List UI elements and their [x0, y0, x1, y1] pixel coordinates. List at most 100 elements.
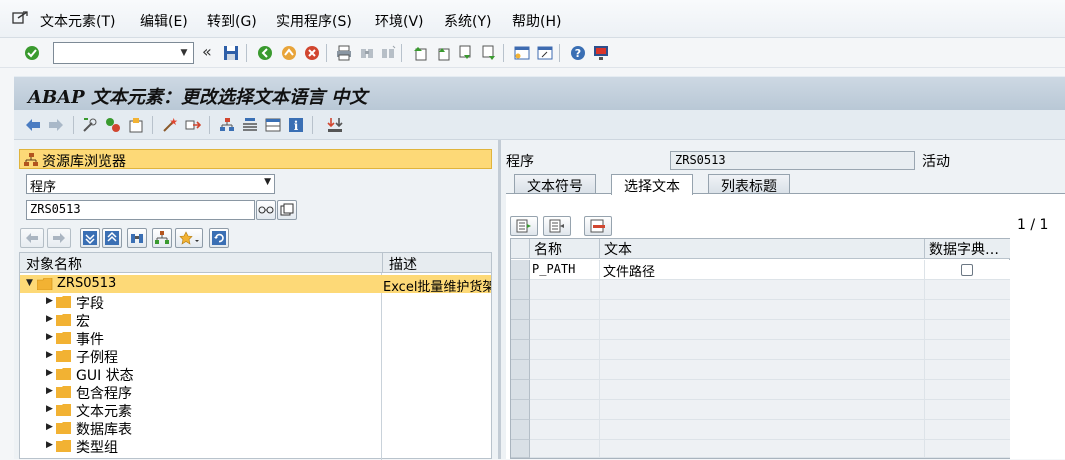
repository-browser-header[interactable]: 资源库浏览器 — [19, 149, 492, 170]
grid-corner[interactable] — [511, 239, 530, 259]
row-selector[interactable] — [511, 300, 530, 320]
sort-icon[interactable] — [326, 116, 344, 134]
tree-item-db-tables[interactable]: ▶ 数据库表 — [20, 419, 491, 438]
collapsed-arrow-icon[interactable]: ▶ — [46, 422, 53, 432]
row-selector[interactable] — [511, 260, 530, 280]
grid-header-ddic[interactable]: 数据字典… — [925, 239, 1010, 259]
tree-item-fields[interactable]: ▶ 字段 — [20, 293, 491, 312]
chevron-down-icon[interactable]: ▼ — [264, 177, 271, 187]
grid-header-text[interactable]: 文本 — [600, 239, 925, 259]
document-icon[interactable] — [543, 216, 571, 236]
tree-item-events[interactable]: ▶ 事件 — [20, 329, 491, 348]
collapsed-arrow-icon[interactable]: ▶ — [46, 404, 53, 414]
row-selector[interactable] — [511, 320, 530, 340]
collapsed-arrow-icon[interactable]: ▶ — [46, 350, 53, 360]
where-used-icon[interactable] — [184, 116, 202, 134]
grid-header-name[interactable]: 名称 — [530, 239, 600, 259]
exit-icon[interactable] — [280, 44, 298, 62]
tree-item-text-elements[interactable]: ▶ 文本元素 — [20, 401, 491, 420]
enter-checkmark-icon[interactable] — [23, 44, 41, 62]
row-selector[interactable] — [511, 360, 530, 380]
grid-cell-text[interactable]: 文件路径 — [600, 260, 925, 280]
collapsed-arrow-icon[interactable]: ▶ — [46, 368, 53, 378]
row-selector[interactable] — [511, 380, 530, 400]
print-icon[interactable] — [335, 44, 353, 62]
row-selector[interactable] — [511, 280, 530, 300]
object-name-field[interactable]: ZRS0513 — [26, 200, 255, 220]
tab-selection-texts[interactable]: 选择文本 — [611, 174, 693, 195]
info-icon[interactable]: i — [287, 116, 305, 134]
new-session-icon[interactable] — [513, 44, 531, 62]
magic-wand-icon[interactable] — [161, 116, 179, 134]
expand-down-icon[interactable] — [80, 228, 100, 248]
row-selector[interactable] — [511, 420, 530, 440]
forward-arrow-icon[interactable] — [47, 116, 65, 134]
menu-item-environment[interactable]: 环境(V) — [375, 11, 424, 31]
tree-column-description[interactable]: 描述 — [382, 253, 491, 273]
tree-back-icon[interactable] — [20, 228, 44, 248]
command-input[interactable] — [54, 43, 172, 63]
tab-list-headings[interactable]: 列表标题 — [708, 174, 790, 195]
menu-icon[interactable] — [12, 11, 28, 29]
shortcut-icon[interactable] — [536, 44, 554, 62]
collapsed-arrow-icon[interactable]: ▶ — [46, 296, 53, 306]
table-icon[interactable] — [264, 116, 282, 134]
first-page-icon[interactable] — [411, 44, 429, 62]
collapsed-arrow-icon[interactable]: ▶ — [46, 332, 53, 342]
row-selector[interactable] — [511, 340, 530, 360]
tree-row-root[interactable]: ▼ ZRS0513 Excel批量维护货架 — [20, 275, 491, 295]
display-change-icon[interactable] — [81, 116, 99, 134]
delete-row-icon[interactable] — [584, 216, 612, 236]
collapse-toolbar-icon[interactable]: « — [202, 42, 212, 61]
row-selector[interactable] — [511, 400, 530, 420]
object-type-dropdown[interactable]: 程序 ▼ — [26, 174, 275, 195]
expanded-arrow-icon[interactable]: ▼ — [26, 278, 33, 288]
command-field[interactable]: ▼ — [53, 42, 194, 64]
activate-icon[interactable] — [104, 116, 122, 134]
grid-cell-name: P_PATH — [530, 260, 600, 280]
display-glasses-icon[interactable] — [256, 200, 276, 220]
menu-item-utilities[interactable]: 实用程序(S) — [276, 11, 352, 31]
menu-item-goto[interactable]: 转到(G) — [207, 11, 257, 31]
collapsed-arrow-icon[interactable]: ▶ — [46, 440, 53, 450]
favorites-star-icon[interactable] — [175, 228, 203, 248]
tree-item-macros[interactable]: ▶ 宏 — [20, 311, 491, 330]
binoculars-icon[interactable] — [127, 228, 147, 248]
list-icon[interactable] — [241, 116, 259, 134]
find-next-icon[interactable] — [379, 44, 397, 62]
previous-page-icon[interactable] — [434, 44, 452, 62]
tree-forward-icon[interactable] — [47, 228, 71, 248]
find-icon[interactable] — [358, 44, 376, 62]
chevron-down-icon[interactable]: ▼ — [177, 46, 191, 60]
empty-cell — [925, 320, 1010, 340]
menu-item-system[interactable]: 系统(Y) — [444, 11, 491, 31]
other-object-icon[interactable] — [127, 116, 145, 134]
last-page-icon[interactable] — [480, 44, 498, 62]
save-icon[interactable] — [222, 44, 240, 62]
tree-item-type-groups[interactable]: ▶ 类型组 — [20, 437, 491, 456]
tree-column-object-name[interactable]: 对象名称 — [26, 254, 82, 274]
cancel-icon[interactable] — [303, 44, 321, 62]
ddic-reference-checkbox[interactable] — [961, 264, 973, 276]
menu-item-text-elements[interactable]: 文本元素(T) — [40, 11, 115, 31]
next-page-icon[interactable] — [457, 44, 475, 62]
customize-layout-icon[interactable] — [592, 44, 610, 62]
tree-item-gui-status[interactable]: ▶ GUI 状态 — [20, 365, 491, 384]
details-icon[interactable] — [510, 216, 538, 236]
help-icon[interactable]: ? — [569, 44, 587, 62]
row-selector[interactable] — [511, 440, 530, 458]
tree-item-subroutines[interactable]: ▶ 子例程 — [20, 347, 491, 366]
refresh-icon[interactable] — [209, 228, 229, 248]
history-icon[interactable] — [277, 200, 297, 220]
collapsed-arrow-icon[interactable]: ▶ — [46, 386, 53, 396]
hierarchy-icon[interactable] — [218, 116, 236, 134]
back-arrow-icon[interactable] — [24, 116, 42, 134]
collapsed-arrow-icon[interactable]: ▶ — [46, 314, 53, 324]
menu-item-help[interactable]: 帮助(H) — [512, 11, 561, 31]
tree-structure-icon[interactable] — [152, 228, 172, 248]
tab-text-symbols[interactable]: 文本符号 — [514, 174, 596, 195]
collapse-up-icon[interactable] — [102, 228, 122, 248]
back-icon[interactable] — [256, 44, 274, 62]
menu-item-edit[interactable]: 编辑(E) — [140, 11, 188, 31]
tree-item-includes[interactable]: ▶ 包含程序 — [20, 383, 491, 402]
